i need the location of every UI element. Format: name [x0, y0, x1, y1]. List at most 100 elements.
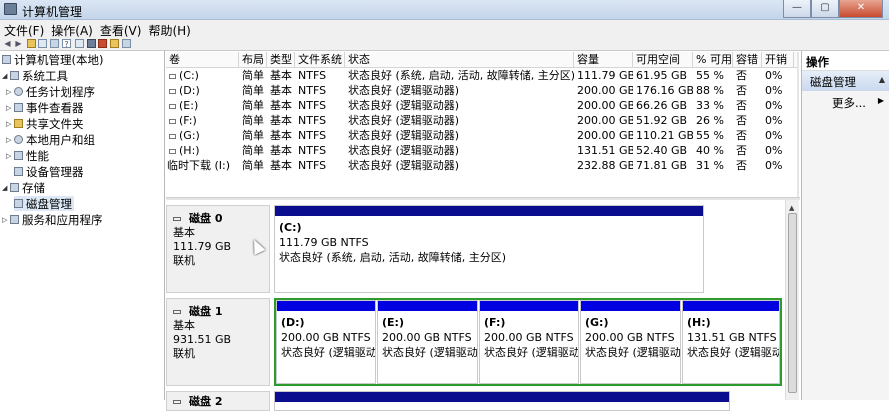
help-icon[interactable]: ?	[62, 39, 71, 49]
tree-item-performance[interactable]: ▷ 性能	[6, 148, 49, 163]
table-row[interactable]: (D:) 简单 基本 NTFS 状态良好 (逻辑驱动器) 200.00 GB 1…	[166, 83, 798, 98]
collapse-arrow-icon[interactable]: ▲	[879, 75, 885, 84]
expand-arrow-icon[interactable]: ▷	[2, 216, 10, 224]
expand-arrow-icon[interactable]: ▷	[6, 120, 14, 128]
window-title: 计算机管理	[22, 5, 83, 19]
expand-arrow-icon[interactable]: ▷	[6, 152, 14, 160]
menu-view[interactable]: 查看(V)	[96, 20, 145, 38]
grid-icon[interactable]	[122, 39, 131, 48]
column-header-overhead[interactable]: 开销	[762, 52, 794, 68]
event-log-icon	[14, 103, 23, 112]
table-row[interactable]: (G:) 简单 基本 NTFS 状态良好 (逻辑驱动器) 200.00 GB 1…	[166, 128, 798, 143]
actions-header: 操作	[802, 51, 889, 71]
navigation-tree: 计算机管理(本地) ◢ 系统工具 ▷ 任务计划程序 ▷ 事件查看器 ▷ 共享文件…	[0, 51, 165, 400]
volume-icon	[169, 103, 176, 109]
users-icon	[14, 135, 23, 144]
disk-name: 磁盘 2	[189, 395, 223, 408]
column-header-type[interactable]: 类型	[267, 52, 295, 68]
menu-help[interactable]: 帮助(H)	[144, 20, 193, 38]
partition-c[interactable]: (C:) 111.79 GB NTFS 状态良好 (系统, 启动, 活动, 故障…	[274, 205, 704, 293]
column-header-capacity[interactable]: 容量	[574, 52, 633, 68]
disk-status: 联机	[173, 347, 195, 360]
disk-2-info[interactable]: 磁盘 2	[166, 391, 270, 411]
tree-item-disk-management[interactable]: 磁盘管理	[14, 196, 74, 211]
volume-icon	[169, 88, 176, 94]
tree-item-system-tools[interactable]: ◢ 系统工具	[2, 68, 68, 83]
partition-letter: (C:)	[279, 221, 302, 234]
column-header-percent-free[interactable]: % 可用	[693, 52, 733, 68]
toolbar: ◀ ▶ ?	[0, 37, 889, 51]
disk-1-info[interactable]: 磁盘 1 基本 931.51 GB 联机	[166, 298, 270, 386]
expand-arrow-icon[interactable]: ▷	[6, 136, 14, 144]
menu-file[interactable]: 文件(F)	[0, 20, 47, 38]
column-header-filesystem[interactable]: 文件系统	[295, 52, 345, 68]
expand-arrow-icon[interactable]: ▷	[6, 88, 14, 96]
tree-item-local-users-groups[interactable]: ▷ 本地用户和组	[6, 132, 95, 147]
tree-item-device-manager[interactable]: 设备管理器	[14, 164, 84, 179]
shared-folder-icon	[14, 119, 23, 128]
collapse-arrow-icon[interactable]: ◢	[2, 184, 10, 192]
tree-item-services-applications[interactable]: ▷ 服务和应用程序	[2, 212, 103, 227]
close-button[interactable]: ✕	[839, 0, 883, 18]
partition-f[interactable]: (F:) 200.00 GB NTFS 状态良好 (逻辑驱动器)	[479, 300, 579, 384]
disk-2-partition[interactable]	[274, 391, 730, 411]
actions-section-disk-management[interactable]: 磁盘管理 ▲	[802, 71, 889, 91]
back-icon[interactable]: ◀	[3, 39, 12, 48]
volume-icon	[169, 148, 176, 154]
maximize-button[interactable]: ▢	[811, 0, 839, 18]
volume-icon	[169, 133, 176, 139]
tree-item-storage[interactable]: ◢ 存储	[2, 180, 45, 195]
tree-item-computer-management[interactable]: 计算机管理(本地)	[2, 52, 103, 67]
partition-g[interactable]: (G:) 200.00 GB NTFS 状态良好 (逻辑驱动器)	[580, 300, 681, 384]
disk-icon[interactable]	[87, 39, 96, 48]
chevron-right-icon: ▶	[877, 96, 884, 105]
show-hide-tree-icon[interactable]	[38, 39, 47, 48]
column-header-status[interactable]: 状态	[345, 52, 574, 68]
scroll-up-icon[interactable]: ▲	[789, 204, 794, 212]
table-row[interactable]: (E:) 简单 基本 NTFS 状态良好 (逻辑驱动器) 200.00 GB 6…	[166, 98, 798, 113]
tools-icon	[10, 71, 19, 80]
column-header-layout[interactable]: 布局	[239, 52, 267, 68]
table-row[interactable]: (F:) 简单 基本 NTFS 状态良好 (逻辑驱动器) 200.00 GB 5…	[166, 113, 798, 128]
minimize-button[interactable]: —	[783, 0, 811, 18]
volume-icon	[169, 73, 176, 79]
volume-list-header: 卷 布局 类型 文件系统 状态 容量 可用空间 % 可用 容错 开销	[166, 52, 798, 68]
menu-action[interactable]: 操作(A)	[47, 20, 96, 38]
table-row[interactable]: 临时下载 (I:) 简单 基本 NTFS 状态良好 (逻辑驱动器) 232.88…	[166, 158, 798, 173]
disk-status: 联机	[173, 254, 195, 267]
volume-list: (C:) 简单 基本 NTFS 状态良好 (系统, 启动, 活动, 故障转储, …	[166, 68, 798, 198]
more-actions[interactable]: 更多... ▶	[802, 91, 889, 111]
disk-icon	[173, 310, 181, 314]
tree-item-event-viewer[interactable]: ▷ 事件查看器	[6, 100, 84, 115]
partition-d[interactable]: (D:) 200.00 GB NTFS 状态良好 (逻辑驱动器)	[276, 300, 376, 384]
table-row[interactable]: (H:) 简单 基本 NTFS 状态良好 (逻辑驱动器) 131.51 GB 5…	[166, 143, 798, 158]
device-manager-icon	[14, 167, 23, 176]
properties-icon[interactable]	[50, 39, 59, 48]
tree-item-shared-folders[interactable]: ▷ 共享文件夹	[6, 116, 84, 131]
forward-icon[interactable]: ▶	[14, 39, 23, 48]
menu-bar: 文件(F) 操作(A) 查看(V) 帮助(H)	[0, 20, 889, 38]
partition-h[interactable]: (H:) 131.51 GB NTFS 状态良好 (逻辑驱动器)	[682, 300, 780, 384]
disk-size: 931.51 GB	[173, 333, 232, 346]
performance-icon	[14, 151, 23, 160]
disk-type: 基本	[173, 319, 195, 332]
disk-name: 磁盘 1	[189, 305, 223, 318]
expand-arrow-icon[interactable]: ▷	[6, 104, 14, 112]
column-header-fault-tolerance[interactable]: 容错	[733, 52, 762, 68]
computer-icon	[2, 55, 11, 64]
column-header-volume[interactable]: 卷	[166, 52, 239, 68]
disk-view-scrollbar[interactable]: ▲	[785, 200, 799, 400]
volume-list-scrollbar[interactable]	[797, 52, 799, 197]
open-icon[interactable]	[110, 39, 119, 48]
collapse-arrow-icon[interactable]: ◢	[2, 72, 10, 80]
column-header-free-space[interactable]: 可用空间	[633, 52, 693, 68]
delete-icon[interactable]	[98, 39, 107, 48]
disk-name: 磁盘 0	[189, 212, 223, 225]
partition-e[interactable]: (E:) 200.00 GB NTFS 状态良好 (逻辑驱动器)	[377, 300, 478, 384]
list-view-icon[interactable]	[75, 39, 84, 48]
scrollbar-thumb[interactable]	[788, 213, 797, 393]
title-bar: 计算机管理 — ▢ ✕	[0, 0, 889, 20]
table-row[interactable]: (C:) 简单 基本 NTFS 状态良好 (系统, 启动, 活动, 故障转储, …	[166, 68, 798, 83]
folder-up-icon[interactable]	[27, 39, 36, 48]
tree-item-task-scheduler[interactable]: ▷ 任务计划程序	[6, 84, 95, 99]
